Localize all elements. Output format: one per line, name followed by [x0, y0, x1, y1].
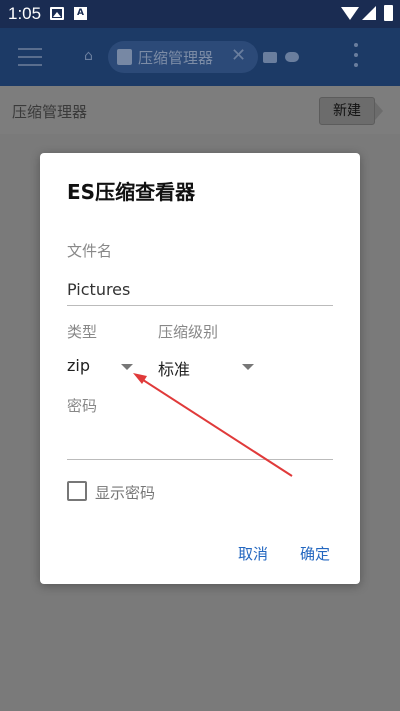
annotation-arrow: [133, 373, 293, 477]
annotation-arrow-head: [133, 373, 147, 384]
annotation-arrow-line: [139, 377, 293, 477]
